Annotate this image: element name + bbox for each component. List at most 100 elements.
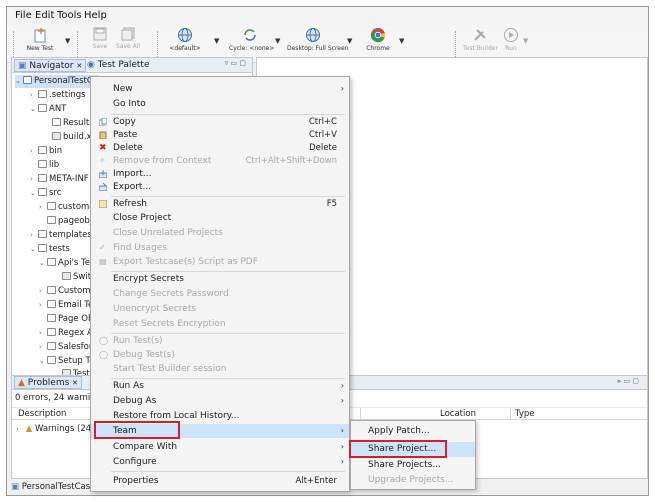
tree-item[interactable]: › bin: [30, 145, 62, 158]
col-type[interactable]: Type: [515, 409, 535, 419]
col-description[interactable]: Description: [18, 409, 66, 419]
folder-icon: [38, 230, 47, 238]
folder-icon: [38, 244, 47, 252]
folder-icon: [38, 104, 47, 112]
column-divider[interactable]: [360, 407, 361, 421]
menu-item-delete[interactable]: ✖ Delete Delete: [91, 141, 349, 155]
tab-problems[interactable]: ▲ Problems ✕: [14, 376, 83, 389]
menu-file[interactable]: File: [15, 10, 32, 21]
menu-item-label: Go Into: [113, 99, 146, 109]
menu-item-export-pdf[interactable]: ▤ Export Testcase(s) Script as PDF: [91, 255, 349, 269]
close-icon[interactable]: ✕: [76, 62, 82, 70]
chevron-down-icon[interactable]: ▼: [275, 37, 280, 45]
save-button[interactable]: Save: [89, 27, 111, 50]
menu-edit[interactable]: Edit: [35, 10, 54, 21]
menu-item-label: Import...: [113, 169, 152, 179]
chevron-down-icon[interactable]: ▼: [347, 37, 352, 45]
tree-item[interactable]: › templates: [30, 229, 92, 242]
folder-icon: [38, 174, 47, 182]
browser-button[interactable]: Chrome: [363, 27, 393, 52]
menu-item-compare-with[interactable]: Compare With ›: [91, 440, 349, 454]
folder-icon: [38, 90, 47, 98]
tools-icon: [474, 29, 486, 41]
run-button[interactable]: Run: [501, 27, 521, 52]
tree-item[interactable]: lib: [30, 159, 59, 172]
menu-item-unencrypt[interactable]: Unencrypt Secrets: [91, 302, 349, 316]
menu-item-import[interactable]: Import...: [91, 167, 349, 181]
environment-button[interactable]: <default>: [167, 27, 203, 52]
menu-item-label: Change Secrets Password: [113, 289, 229, 299]
view-menu-icon[interactable]: ⫸ ▭ ▢: [617, 377, 639, 386]
tree-item[interactable]: ⌄ ANT: [30, 103, 66, 116]
menu-item-export[interactable]: Export...: [91, 180, 349, 194]
menu-item-debug-tests[interactable]: ◯ Debug Test(s): [91, 348, 349, 362]
run-label: Run: [505, 45, 517, 52]
desktop-button[interactable]: Desktop: Full Screen: [287, 27, 349, 52]
toolbar-separator: [77, 31, 78, 57]
folder-icon: [47, 356, 56, 364]
project-icon: [23, 76, 32, 84]
menu-help[interactable]: Help: [84, 10, 107, 21]
shortcut: Ctrl+Alt+Shift+Down: [245, 156, 337, 166]
test-builder-button[interactable]: Test Builder: [463, 27, 498, 52]
save-all-icon: [121, 27, 135, 41]
menu-item-close-unrelated[interactable]: Close Unrelated Projects: [91, 226, 349, 240]
chevron-down-icon[interactable]: ▼: [214, 37, 219, 45]
pdf-icon: ▤: [99, 257, 107, 266]
menu-item-copy[interactable]: Copy Ctrl+C: [91, 115, 349, 129]
submenu-item-apply-patch[interactable]: Apply Patch...: [351, 424, 475, 439]
tree-item[interactable]: › .settings: [30, 89, 86, 102]
new-test-button[interactable]: New Test: [25, 27, 55, 52]
chevron-right-icon: ›: [340, 84, 344, 93]
status-project: ▣ PersonalTestCases: [11, 482, 100, 492]
menu-item-run-tests[interactable]: ◯ Run Test(s): [91, 334, 349, 348]
tree-item-label: META-INF: [49, 174, 89, 184]
menu-tools[interactable]: Tools: [57, 10, 82, 21]
menu-item-paste[interactable]: Paste Ctrl+V: [91, 128, 349, 142]
close-icon[interactable]: ✕: [72, 379, 78, 387]
menu-item-new[interactable]: New ›: [91, 82, 349, 96]
menu-item-change-password[interactable]: Change Secrets Password: [91, 287, 349, 301]
submenu-item-upgrade-projects[interactable]: Upgrade Projects...: [351, 473, 475, 488]
tree-item[interactable]: › META-INF: [30, 173, 89, 186]
menu-item-run-as[interactable]: Run As ›: [91, 379, 349, 393]
tab-navigator[interactable]: ▣ Navigator ✕: [14, 59, 87, 72]
tree-item-project[interactable]: ⌄ PersonalTestCas: [15, 75, 102, 88]
shortcut: Delete: [309, 143, 337, 153]
col-location[interactable]: Location: [440, 409, 476, 419]
desktop-label: Desktop: Full Screen: [287, 45, 349, 52]
tree-item[interactable]: ⌄ tests: [30, 243, 70, 256]
menu-item-start-test-builder[interactable]: Start Test Builder session: [91, 362, 349, 376]
menu-item-find-usages[interactable]: ✓ Find Usages: [91, 241, 349, 255]
chevron-down-icon[interactable]: ▼: [399, 37, 404, 45]
menu-item-close-project[interactable]: Close Project: [91, 211, 349, 225]
warnings-row[interactable]: › ▲ Warnings (24 it: [16, 424, 100, 434]
menu-item-label: Remove from Context: [113, 156, 212, 166]
cycle-button[interactable]: Cycle: <none>: [229, 27, 274, 52]
save-all-button[interactable]: Save All: [115, 27, 141, 50]
menu-item-refresh[interactable]: Refresh F5: [91, 197, 349, 211]
minimize-maximize-icons[interactable]: ▿ ▭ ▢: [225, 59, 246, 67]
tree-item[interactable]: Results: [44, 117, 94, 130]
column-divider[interactable]: [510, 407, 511, 421]
menu-item-debug-as[interactable]: Debug As ›: [91, 394, 349, 408]
problems-summary: 0 errors, 24 warning: [15, 393, 102, 403]
save-icon: [93, 27, 107, 41]
tree-item-label: lib: [49, 160, 60, 170]
menu-item-reset-encryption[interactable]: Reset Secrets Encryption: [91, 317, 349, 331]
menu-item-go-into[interactable]: Go Into: [91, 97, 349, 111]
chevron-down-icon[interactable]: ▼: [65, 37, 70, 45]
folder-icon: [47, 328, 56, 336]
menu-item-configure[interactable]: Configure ›: [91, 455, 349, 469]
chevron-down-icon[interactable]: ▼: [523, 37, 528, 45]
menu-item-properties[interactable]: Properties Alt+Enter: [91, 474, 349, 488]
menu-item-encrypt-secrets[interactable]: Encrypt Secrets: [91, 272, 349, 286]
export-icon: [99, 183, 107, 191]
menu-item-remove-from-context[interactable]: ✧ Remove from Context Ctrl+Alt+Shift+Down: [91, 154, 349, 168]
tree-item[interactable]: ⌄ src: [30, 187, 61, 200]
navigator-tabbar: ▣ Navigator ✕ ◉ Test Palette ▿ ▭ ▢: [12, 58, 252, 73]
menu-item-label: Debug Test(s): [113, 350, 175, 360]
tab-test-palette[interactable]: ◉ Test Palette: [84, 59, 153, 72]
submenu-item-share-projects[interactable]: Share Projects...: [351, 458, 475, 473]
tree-item[interactable]: ⌄ Api's Test: [39, 257, 98, 270]
